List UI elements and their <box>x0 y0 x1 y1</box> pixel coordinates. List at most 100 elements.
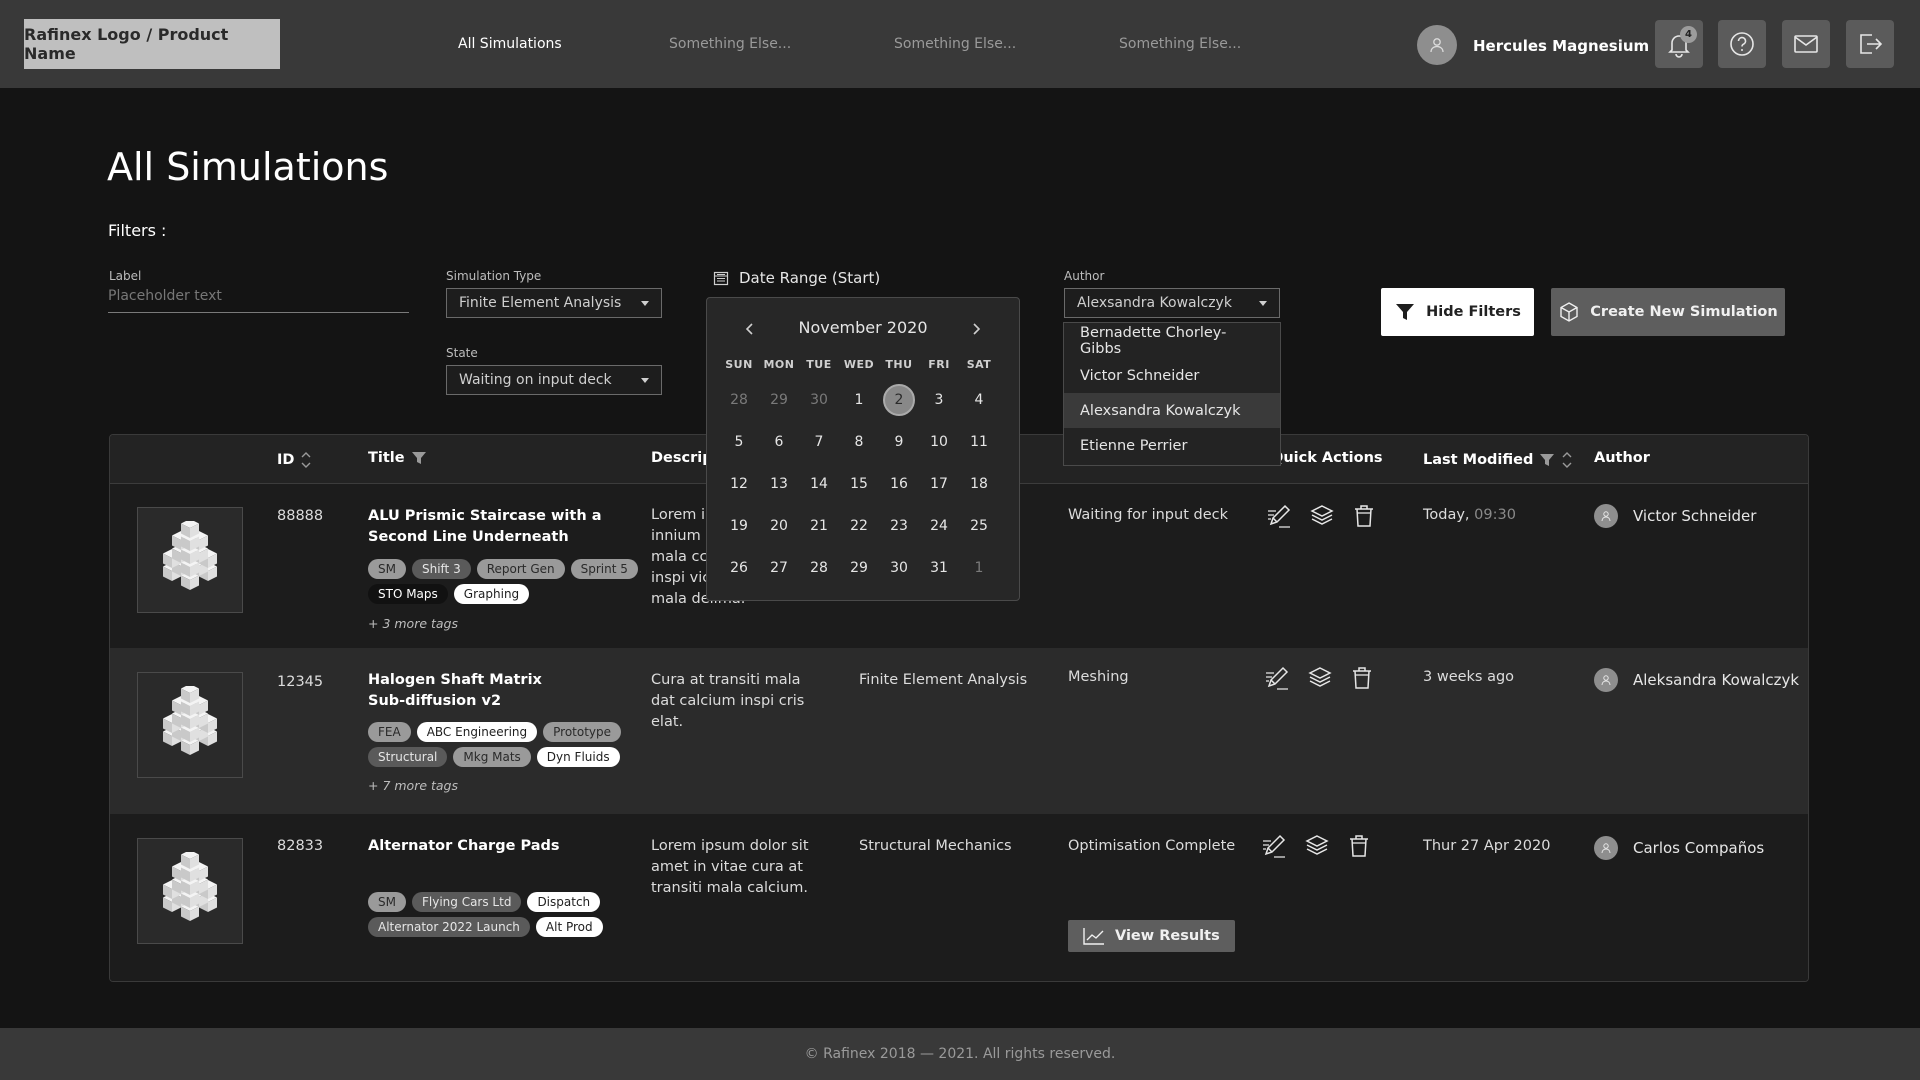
author-option[interactable]: Bernadette Chorley-Gibbs <box>1064 323 1280 358</box>
tag[interactable]: Dispatch <box>527 892 601 912</box>
table-row[interactable]: 82833 Alternator Charge Pads SM Flying C… <box>110 814 1808 981</box>
simulation-thumbnail[interactable] <box>137 507 243 613</box>
author-option[interactable]: Victor Schneider <box>1064 358 1280 393</box>
author-option[interactable]: Etienne Perrier <box>1064 428 1280 463</box>
calendar-day[interactable]: 19 <box>723 510 755 542</box>
calendar-day[interactable]: 28 <box>803 552 835 584</box>
calendar-day[interactable]: 29 <box>763 384 795 416</box>
calendar-day[interactable]: 22 <box>843 510 875 542</box>
calendar-day[interactable]: 1 <box>843 384 875 416</box>
view-results-button[interactable]: View Results <box>1068 920 1235 952</box>
calendar-day[interactable]: 17 <box>923 468 955 500</box>
more-tags-link[interactable]: + 7 more tags <box>368 778 458 793</box>
tag[interactable]: Prototype <box>543 722 622 742</box>
sort-icon[interactable] <box>1561 450 1573 470</box>
tag[interactable]: FEA <box>368 722 411 742</box>
trash-icon[interactable] <box>1346 833 1372 859</box>
hide-filters-button[interactable]: Hide Filters <box>1381 288 1534 336</box>
calendar-day[interactable]: 16 <box>883 468 915 500</box>
calendar-day[interactable]: 1 <box>963 552 995 584</box>
layers-icon[interactable] <box>1304 833 1330 859</box>
more-tags-link[interactable]: + 3 more tags <box>368 616 458 631</box>
calendar-day[interactable]: 5 <box>723 426 755 458</box>
description-column-header[interactable]: Descrip <box>651 450 713 466</box>
label-filter-input[interactable]: Placeholder text <box>108 288 409 313</box>
calendar-day[interactable]: 28 <box>723 384 755 416</box>
filter-icon[interactable] <box>411 450 427 466</box>
tag[interactable]: Mkg Mats <box>453 747 531 767</box>
mail-button[interactable] <box>1782 20 1830 68</box>
simulation-thumbnail[interactable] <box>137 838 243 944</box>
calendar-day[interactable]: 18 <box>963 468 995 500</box>
calendar-day[interactable]: 27 <box>763 552 795 584</box>
logo[interactable]: Rafinex Logo / Product Name <box>24 19 280 69</box>
tag[interactable]: SM <box>368 559 406 579</box>
calendar-day[interactable]: 6 <box>763 426 795 458</box>
table-row[interactable]: 12345 Halogen Shaft Matrix Sub-diffusion… <box>110 648 1808 814</box>
last-modified-column-header[interactable]: Last Modified <box>1423 450 1573 470</box>
edit-icon[interactable] <box>1265 502 1293 530</box>
trash-icon[interactable] <box>1349 665 1375 691</box>
calendar-day[interactable]: 4 <box>963 384 995 416</box>
state-select[interactable]: Waiting on input deck <box>446 365 662 395</box>
calendar-day[interactable]: 26 <box>723 552 755 584</box>
author-select[interactable]: Alexsandra Kowalczyk <box>1064 288 1280 318</box>
row-title[interactable]: Halogen Shaft Matrix Sub-diffusion v2 <box>368 670 542 712</box>
tag[interactable]: Dyn Fluids <box>536 747 620 767</box>
tag[interactable]: STO Maps <box>368 584 448 604</box>
author-option[interactable]: Alexsandra Kowalczyk <box>1064 393 1280 428</box>
calendar-day[interactable]: 9 <box>883 426 915 458</box>
calendar-day[interactable]: 12 <box>723 468 755 500</box>
tag[interactable]: Alt Prod <box>535 917 603 937</box>
nav-item-2[interactable]: Something Else... <box>669 36 791 52</box>
nav-item-4[interactable]: Something Else... <box>1119 36 1241 52</box>
calendar-day[interactable]: 20 <box>763 510 795 542</box>
tag[interactable]: ABC Engineering <box>416 722 538 742</box>
tag[interactable]: Shift 3 <box>411 559 471 579</box>
simulation-thumbnail[interactable] <box>137 672 243 778</box>
calendar-day[interactable]: 21 <box>803 510 835 542</box>
chevron-right-icon[interactable] <box>969 322 983 336</box>
row-author[interactable]: Victor Schneider <box>1594 504 1756 528</box>
tag[interactable]: Report Gen <box>476 559 565 579</box>
row-title[interactable]: ALU Prismic Staircase with a Second Line… <box>368 506 602 548</box>
calendar-day[interactable]: 31 <box>923 552 955 584</box>
nav-item-3[interactable]: Something Else... <box>894 36 1016 52</box>
row-author[interactable]: Carlos Compaños <box>1594 836 1764 860</box>
sort-icon[interactable] <box>300 450 312 470</box>
tag[interactable]: Flying Cars Ltd <box>411 892 522 912</box>
calendar-day[interactable]: 25 <box>963 510 995 542</box>
calendar-day[interactable]: 29 <box>843 552 875 584</box>
tag[interactable]: Graphing <box>453 584 530 604</box>
user-name[interactable]: Hercules Magnesium <box>1473 37 1649 55</box>
date-range-field[interactable]: Date Range (Start) <box>713 269 880 287</box>
row-author[interactable]: Aleksandra Kowalczyk <box>1594 668 1799 692</box>
create-simulation-button[interactable]: Create New Simulation <box>1551 288 1785 336</box>
id-column-header[interactable]: ID <box>277 450 312 470</box>
calendar-day[interactable]: 3 <box>923 384 955 416</box>
nav-all-simulations[interactable]: All Simulations <box>458 36 562 52</box>
calendar-day[interactable]: 11 <box>963 426 995 458</box>
tag[interactable]: SM <box>368 892 406 912</box>
calendar-day[interactable]: 2 <box>883 384 915 416</box>
edit-icon[interactable] <box>1260 832 1288 860</box>
calendar-day[interactable]: 30 <box>883 552 915 584</box>
calendar-day[interactable]: 23 <box>883 510 915 542</box>
calendar-day[interactable]: 8 <box>843 426 875 458</box>
calendar-day[interactable]: 30 <box>803 384 835 416</box>
title-column-header[interactable]: Title <box>368 450 427 466</box>
trash-icon[interactable] <box>1351 503 1377 529</box>
row-title[interactable]: Alternator Charge Pads <box>368 836 560 857</box>
tag[interactable]: Structural <box>368 747 448 767</box>
tag[interactable]: Sprint 5 <box>570 559 638 579</box>
layers-icon[interactable] <box>1309 503 1335 529</box>
calendar-day[interactable]: 10 <box>923 426 955 458</box>
calendar-day[interactable]: 7 <box>803 426 835 458</box>
simulation-type-select[interactable]: Finite Element Analysis <box>446 288 662 318</box>
calendar-day[interactable]: 24 <box>923 510 955 542</box>
edit-icon[interactable] <box>1263 664 1291 692</box>
layers-icon[interactable] <box>1307 665 1333 691</box>
logout-button[interactable] <box>1846 20 1894 68</box>
calendar-day[interactable]: 15 <box>843 468 875 500</box>
calendar-day[interactable]: 13 <box>763 468 795 500</box>
